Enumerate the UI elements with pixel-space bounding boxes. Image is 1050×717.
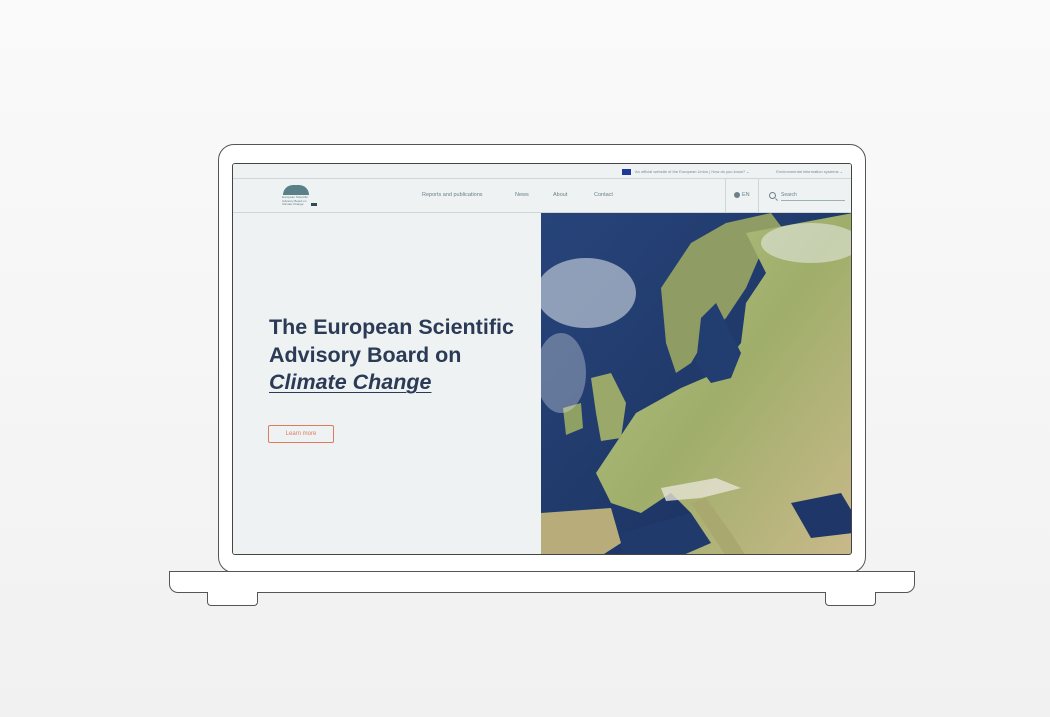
search-box[interactable] xyxy=(767,188,847,204)
nav-item-about[interactable]: About xyxy=(553,192,567,198)
laptop-base xyxy=(169,571,915,593)
hero-title-line2: Advisory Board on xyxy=(269,342,462,367)
nav-item-news[interactable]: News xyxy=(515,192,529,198)
hero-title-line3: Climate Change xyxy=(269,370,432,394)
hero-panel: The European Scientific Advisory Board o… xyxy=(233,213,541,554)
europe-satellite-map xyxy=(541,213,851,554)
official-eu-notice[interactable]: An official website of the European Unio… xyxy=(635,169,750,174)
eu-topbar: An official website of the European Unio… xyxy=(233,164,851,179)
language-selector[interactable]: EN xyxy=(725,179,759,212)
logo-mark-icon xyxy=(311,203,317,206)
search-input[interactable] xyxy=(781,190,845,201)
laptop-foot-right xyxy=(825,592,876,606)
nav-item-contact[interactable]: Contact xyxy=(594,192,613,198)
globe-icon xyxy=(734,192,740,198)
logo-text: European Scientific Advisory Board on Cl… xyxy=(282,195,308,207)
eu-flag-icon xyxy=(622,169,631,175)
learn-more-button[interactable]: Learn more xyxy=(268,425,334,443)
site-logo[interactable]: European Scientific Advisory Board on Cl… xyxy=(281,185,321,209)
language-code: EN xyxy=(742,192,750,198)
environmental-systems-link[interactable]: Environmental information systems ⌄ xyxy=(776,169,843,174)
logo-icon xyxy=(283,185,309,195)
hero-title: The European Scientific Advisory Board o… xyxy=(269,314,539,397)
search-icon[interactable] xyxy=(769,192,776,199)
laptop-foot-left xyxy=(207,592,258,606)
nav-item-reports[interactable]: Reports and publications xyxy=(422,192,483,198)
europe-map-image xyxy=(541,213,851,554)
main-navbar: European Scientific Advisory Board on Cl… xyxy=(233,179,851,213)
screen: An official website of the European Unio… xyxy=(232,163,852,555)
hero-title-line1: The European Scientific xyxy=(269,315,514,339)
